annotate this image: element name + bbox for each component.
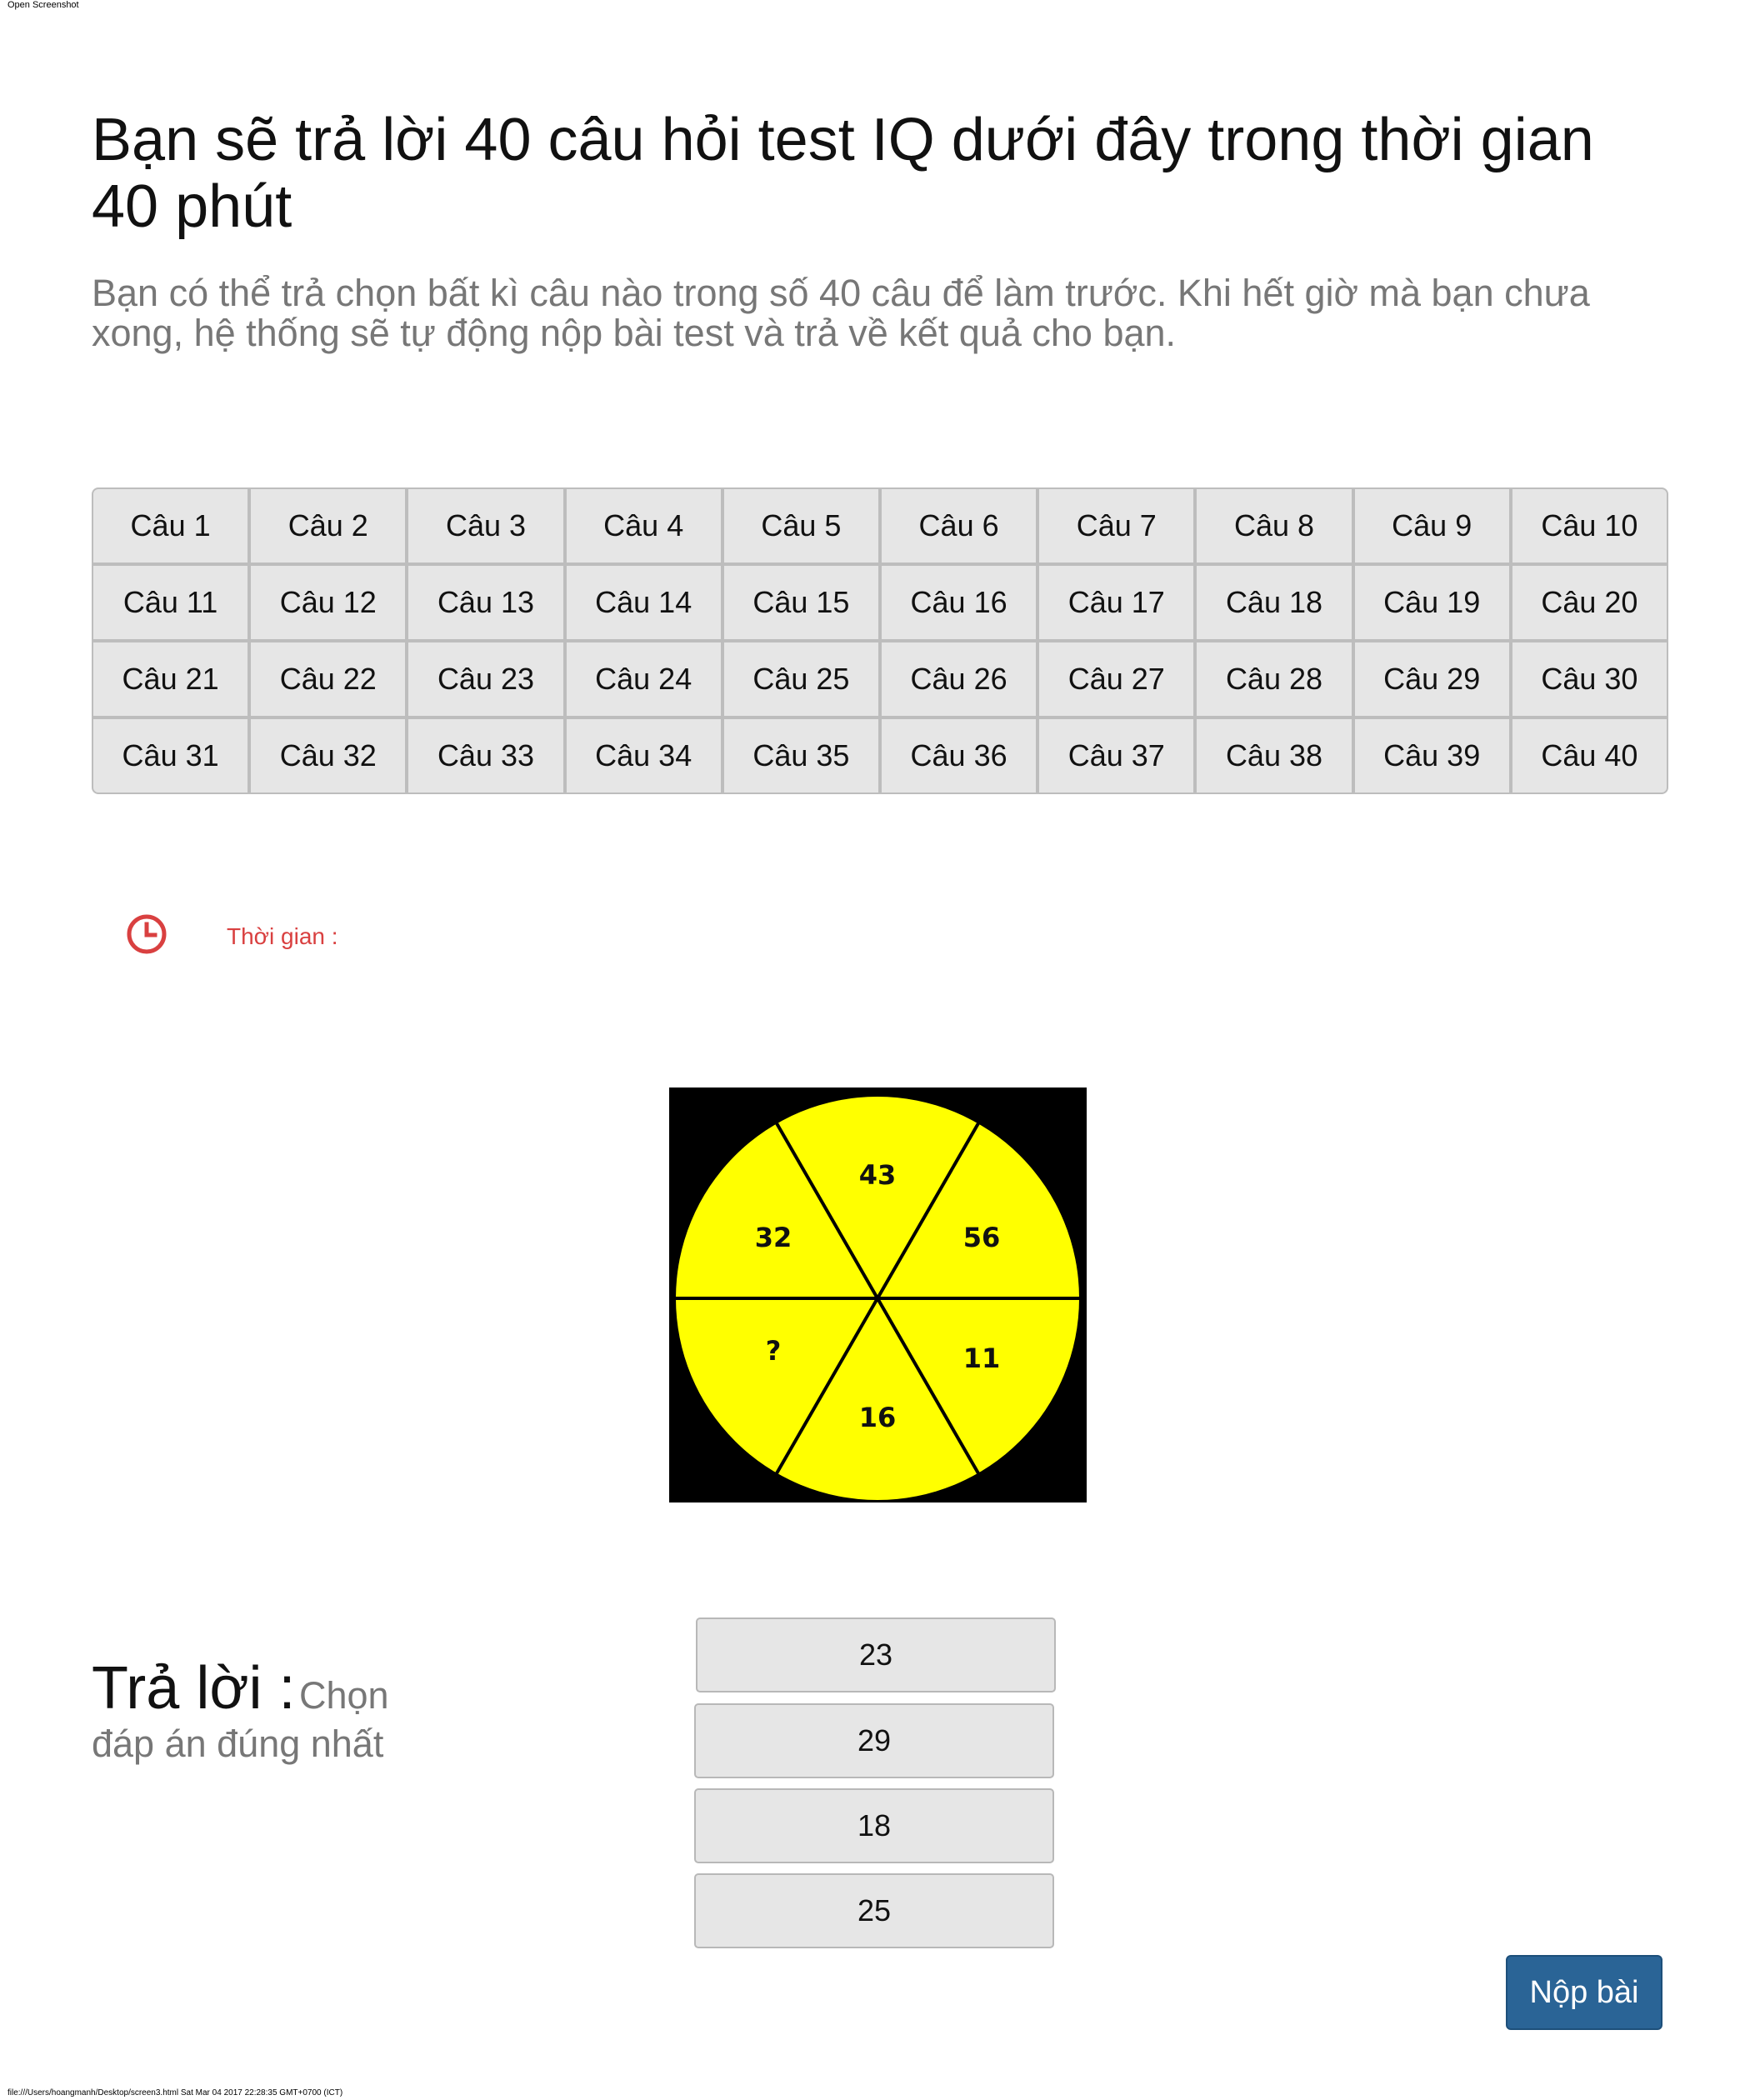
question-button-30[interactable]: Câu 30: [1510, 641, 1668, 718]
page-subtitle: Bạn có thể trả chọn bất kì câu nào trong…: [92, 272, 1590, 354]
question-button-20[interactable]: Câu 20: [1510, 564, 1668, 641]
question-button-32[interactable]: Câu 32: [249, 718, 408, 794]
question-button-9[interactable]: Câu 9: [1352, 488, 1511, 564]
question-button-17[interactable]: Câu 17: [1038, 564, 1196, 641]
puzzle-number-bottom-left: ?: [766, 1335, 782, 1367]
question-button-21[interactable]: Câu 21: [92, 641, 250, 718]
question-button-3[interactable]: Câu 3: [407, 488, 565, 564]
question-button-13[interactable]: Câu 13: [407, 564, 565, 641]
question-button-33[interactable]: Câu 33: [407, 718, 565, 794]
puzzle-number-bottom: 16: [859, 1402, 897, 1433]
question-button-22[interactable]: Câu 22: [249, 641, 408, 718]
question-button-26[interactable]: Câu 26: [879, 641, 1038, 718]
answer-option-3[interactable]: 18: [694, 1788, 1054, 1863]
answer-option-1[interactable]: 23: [696, 1618, 1056, 1692]
question-button-34[interactable]: Câu 34: [564, 718, 722, 794]
page-title: Bạn sẽ trả lời 40 câu hỏi test IQ dưới đ…: [92, 107, 1594, 240]
question-button-35[interactable]: Câu 35: [722, 718, 880, 794]
print-footer: file:///Users/hoangmanh/Desktop/screen3.…: [8, 2088, 343, 2098]
print-header: Open Screenshot: [8, 0, 79, 10]
question-button-39[interactable]: Câu 39: [1352, 718, 1511, 794]
puzzle-number-bottom-right: 11: [963, 1342, 1001, 1374]
puzzle-image: 43 56 11 16 ? 32: [669, 1088, 1087, 1502]
question-button-36[interactable]: Câu 36: [879, 718, 1038, 794]
puzzle-number-top-right: 56: [963, 1222, 1001, 1253]
question-button-15[interactable]: Câu 15: [722, 564, 880, 641]
question-button-14[interactable]: Câu 14: [564, 564, 722, 641]
question-button-18[interactable]: Câu 18: [1195, 564, 1353, 641]
question-button-4[interactable]: Câu 4: [564, 488, 722, 564]
question-button-31[interactable]: Câu 31: [92, 718, 250, 794]
question-button-7[interactable]: Câu 7: [1038, 488, 1196, 564]
timer-label: Thời gian :: [227, 923, 338, 949]
question-button-5[interactable]: Câu 5: [722, 488, 880, 564]
question-button-24[interactable]: Câu 24: [564, 641, 722, 718]
clock-icon: [127, 914, 167, 954]
submit-button[interactable]: Nộp bài: [1506, 1955, 1662, 2030]
answer-title: Trả lời :: [92, 1655, 296, 1722]
puzzle-number-top: 43: [859, 1159, 897, 1191]
question-grid: Câu 1 Câu 2 Câu 3 Câu 4 Câu 5 Câu 6 Câu 7 Câu 8…: [92, 488, 1668, 794]
question-button-1[interactable]: Câu 1: [92, 488, 250, 564]
puzzle-number-top-left: 32: [755, 1222, 792, 1253]
question-button-38[interactable]: Câu 38: [1195, 718, 1353, 794]
question-button-6[interactable]: Câu 6: [879, 488, 1038, 564]
question-button-27[interactable]: Câu 27: [1038, 641, 1196, 718]
question-button-12[interactable]: Câu 12: [249, 564, 408, 641]
question-button-37[interactable]: Câu 37: [1038, 718, 1196, 794]
question-button-2[interactable]: Câu 2: [249, 488, 408, 564]
question-button-25[interactable]: Câu 25: [722, 641, 880, 718]
answer-option-2[interactable]: 29: [694, 1703, 1054, 1778]
answer-heading: Trả lời : Chọn đáp án đúng nhất: [92, 1654, 425, 1766]
question-button-40[interactable]: Câu 40: [1510, 718, 1668, 794]
question-button-16[interactable]: Câu 16: [879, 564, 1038, 641]
question-button-23[interactable]: Câu 23: [407, 641, 565, 718]
question-button-8[interactable]: Câu 8: [1195, 488, 1353, 564]
question-button-11[interactable]: Câu 11: [92, 564, 250, 641]
answer-option-4[interactable]: 25: [694, 1873, 1054, 1948]
question-button-28[interactable]: Câu 28: [1195, 641, 1353, 718]
question-button-29[interactable]: Câu 29: [1352, 641, 1511, 718]
question-button-10[interactable]: Câu 10: [1510, 488, 1668, 564]
question-button-19[interactable]: Câu 19: [1352, 564, 1511, 641]
